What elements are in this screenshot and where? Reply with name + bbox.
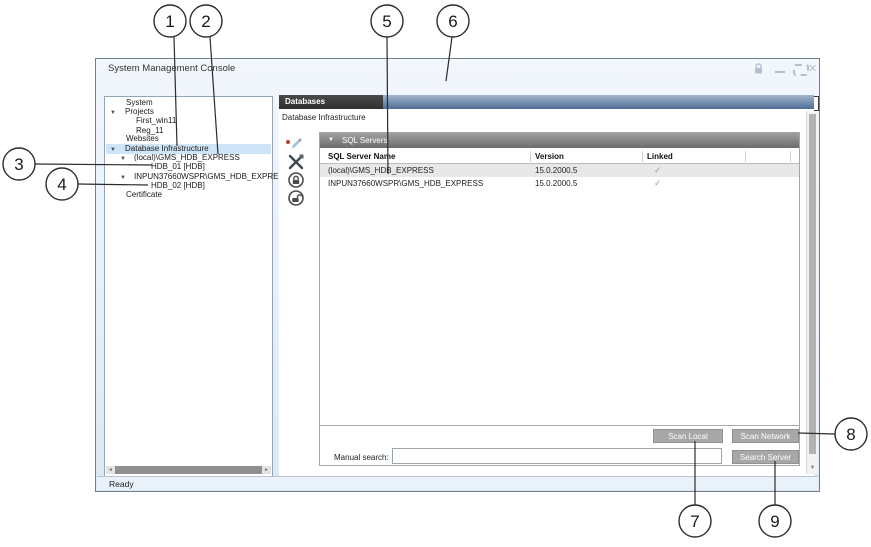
callout-number: 9 [770, 512, 779, 531]
cell-server-name: (local)\GMS_HDB_EXPRESS [328, 164, 434, 177]
column-divider[interactable] [530, 151, 531, 162]
callout-number: 4 [57, 175, 66, 194]
manual-search-input[interactable] [392, 448, 722, 464]
tree-item-label: First_win11 [136, 116, 176, 126]
restore-icon[interactable] [793, 64, 809, 76]
window-title: System Management Console [108, 63, 235, 74]
navigation-tree-panel: System ▼ Projects First_win11 Reg_11 Web… [104, 96, 273, 477]
scroll-left-icon[interactable]: ◄ [106, 466, 115, 474]
tree-item-hdb-01[interactable]: HDB_01 [HDB] [106, 162, 271, 172]
lock-icon [753, 63, 764, 75]
tree-item-websites[interactable]: Websites [106, 134, 271, 144]
tree-item-label: Certificate [126, 190, 162, 200]
tree-item-certificate[interactable]: Certificate [106, 190, 271, 200]
tree-item-first-win11[interactable]: First_win11 [106, 116, 271, 126]
cell-version: 15.0.2000.5 [535, 164, 577, 177]
sql-server-list: SQL Server Name Version Linked (local)\G… [320, 148, 799, 426]
scan-local-button[interactable]: Scan Local [653, 429, 723, 443]
cell-server-name: INPUN37660WSPR\GMS_HDB_EXPRESS [328, 177, 483, 190]
callout-number: 7 [690, 512, 699, 531]
search-server-button[interactable]: Search Server [732, 450, 799, 464]
callout-number: 5 [382, 12, 391, 31]
table-header: SQL Server Name Version Linked [320, 149, 799, 164]
title-bar[interactable]: System Management Console ✕ [96, 59, 819, 77]
callout-number: 2 [201, 12, 210, 31]
column-header-linked[interactable]: Linked [647, 152, 673, 161]
tab-databases[interactable]: Databases [279, 95, 383, 109]
cell-version: 15.0.2000.5 [535, 177, 577, 190]
callout-number: 1 [165, 12, 174, 31]
sql-servers-section-header[interactable]: ▼ SQL Servers [320, 133, 799, 148]
scan-network-button[interactable]: Scan Network [732, 429, 799, 443]
column-header-name[interactable]: SQL Server Name [328, 152, 395, 161]
tree-item-label: HDB_01 [HDB] [151, 162, 205, 172]
minimize-icon[interactable] [775, 71, 785, 73]
callout-number: 3 [14, 155, 23, 174]
callout-number: 8 [846, 425, 855, 444]
section-title: SQL Servers [342, 133, 388, 148]
tree-item-label: Websites [126, 134, 159, 144]
lock-closed-icon[interactable] [288, 172, 304, 188]
scrollbar-thumb[interactable] [809, 114, 816, 454]
breadcrumb: Database Infrastructure [282, 113, 366, 122]
close-icon[interactable]: ✕ [808, 62, 817, 75]
column-divider[interactable] [790, 151, 791, 162]
collapse-arrow-icon[interactable]: ▼ [328, 133, 334, 148]
tree-horizontal-scrollbar[interactable]: ◄ ► [106, 466, 271, 474]
linked-check-icon: ✓ [654, 177, 662, 190]
tab-strip-filler [383, 95, 814, 109]
edit-pencil-icon[interactable] [286, 134, 302, 150]
table-row[interactable]: (local)\GMS_HDB_EXPRESS 15.0.2000.5 ✓ [320, 164, 799, 177]
column-divider[interactable] [745, 151, 746, 162]
table-row[interactable]: INPUN37660WSPR\GMS_HDB_EXPRESS 15.0.2000… [320, 177, 799, 190]
linked-check-icon: ✓ [654, 164, 662, 177]
scroll-right-icon[interactable]: ► [262, 466, 271, 474]
crossed-tools-icon[interactable] [288, 154, 304, 170]
column-divider[interactable] [642, 151, 643, 162]
column-header-version[interactable]: Version [535, 152, 564, 161]
status-text: Ready [109, 479, 134, 489]
scrollbar-thumb[interactable] [115, 466, 262, 474]
manual-search-label: Manual search: [334, 453, 389, 462]
system-management-console-window: System Management Console ✕ Active proje… [95, 58, 820, 492]
status-bar: Ready [97, 476, 818, 490]
panel-vertical-scrollbar[interactable]: ▼ [806, 111, 818, 474]
databases-panel: Databases Database Infrastructure [279, 95, 814, 479]
menu-row: Active project : Reg_11 / started Menu ▼ [96, 77, 819, 94]
scroll-down-icon[interactable]: ▼ [807, 463, 818, 473]
sql-servers-groupbox: ▼ SQL Servers SQL Server Name Version Li… [319, 132, 800, 466]
callout-number: 6 [448, 12, 457, 31]
lock-open-icon[interactable] [288, 190, 304, 206]
